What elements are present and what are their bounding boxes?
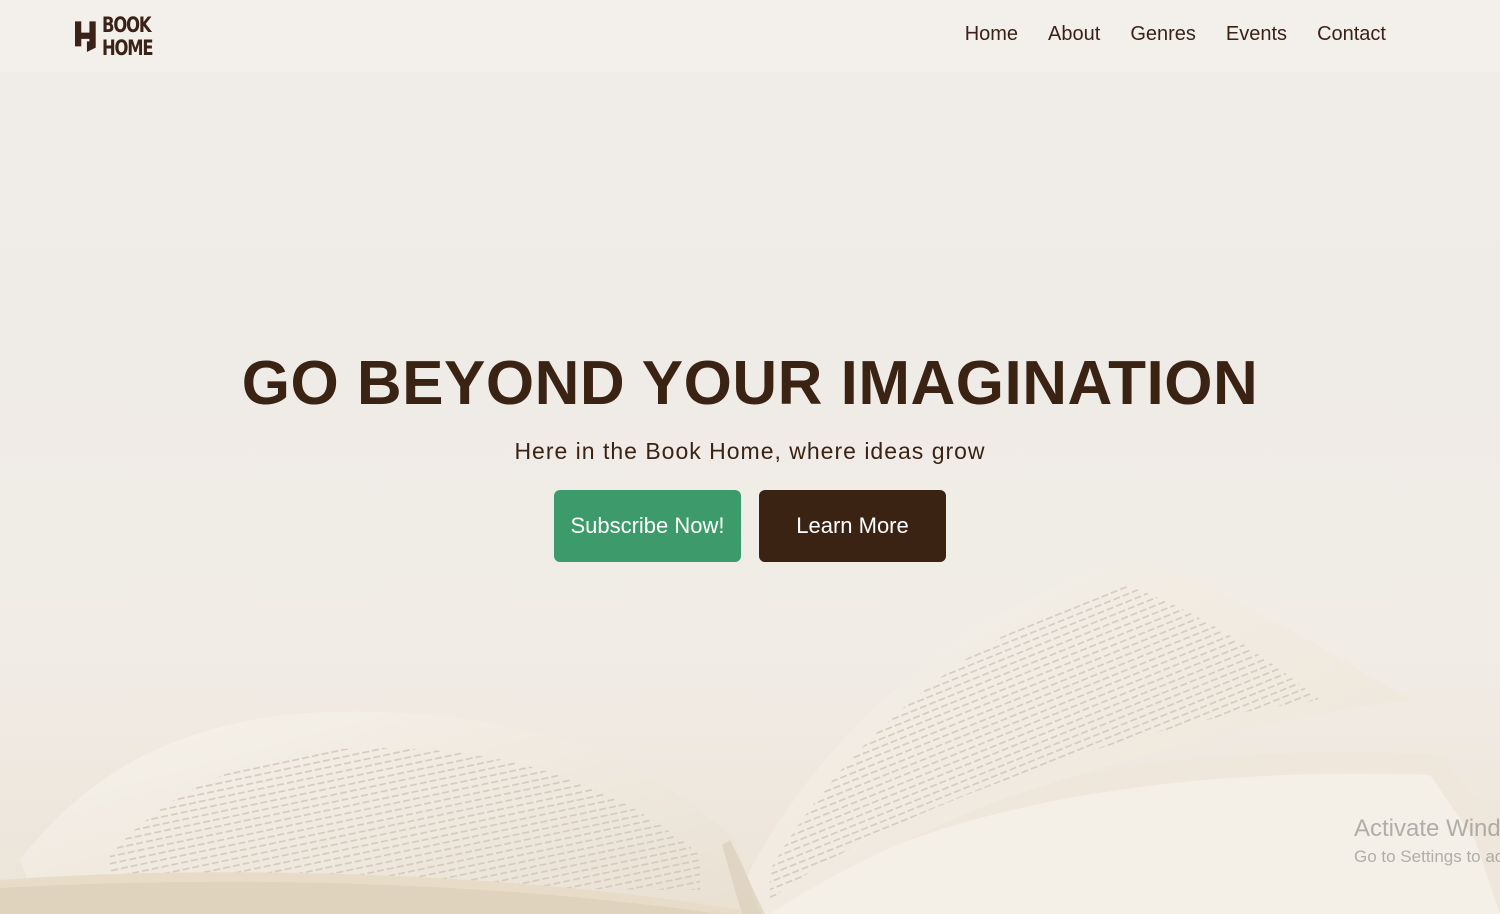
brand-line-2: HOME (102, 36, 154, 60)
main-nav: Home About Genres Events Contact (965, 21, 1386, 47)
hero-section: GO BEYOND YOUR IMAGINATION Here in the B… (0, 346, 1500, 562)
page: BOOK HOME Home About Genres Events Conta… (0, 0, 1500, 914)
watermark-title: Activate Windows (1354, 815, 1500, 842)
hero-actions: Subscribe Now! Learn More (0, 490, 1500, 562)
nav-genres[interactable]: Genres (1130, 21, 1196, 47)
nav-contact[interactable]: Contact (1317, 21, 1386, 47)
house-h-icon (75, 21, 96, 53)
open-book-image (0, 560, 1500, 914)
windows-activation-watermark: Activate Windows Go to Settings to activ… (1354, 814, 1500, 870)
brand-logo[interactable]: BOOK HOME (75, 12, 167, 62)
site-header: BOOK HOME Home About Genres Events Conta… (0, 0, 1500, 72)
brand-wordmark: BOOK HOME (102, 13, 154, 60)
hero-subtitle: Here in the Book Home, where ideas grow (514, 438, 986, 464)
subscribe-button[interactable]: Subscribe Now! (554, 490, 741, 562)
nav-home[interactable]: Home (965, 21, 1018, 47)
learn-more-button[interactable]: Learn More (759, 490, 946, 562)
hero-title: GO BEYOND YOUR IMAGINATION (241, 349, 1259, 418)
nav-about[interactable]: About (1048, 21, 1100, 47)
watermark-subtitle: Go to Settings to activate Windows. (1354, 847, 1500, 866)
nav-events[interactable]: Events (1226, 21, 1287, 47)
brand-line-1: BOOK (102, 13, 152, 37)
